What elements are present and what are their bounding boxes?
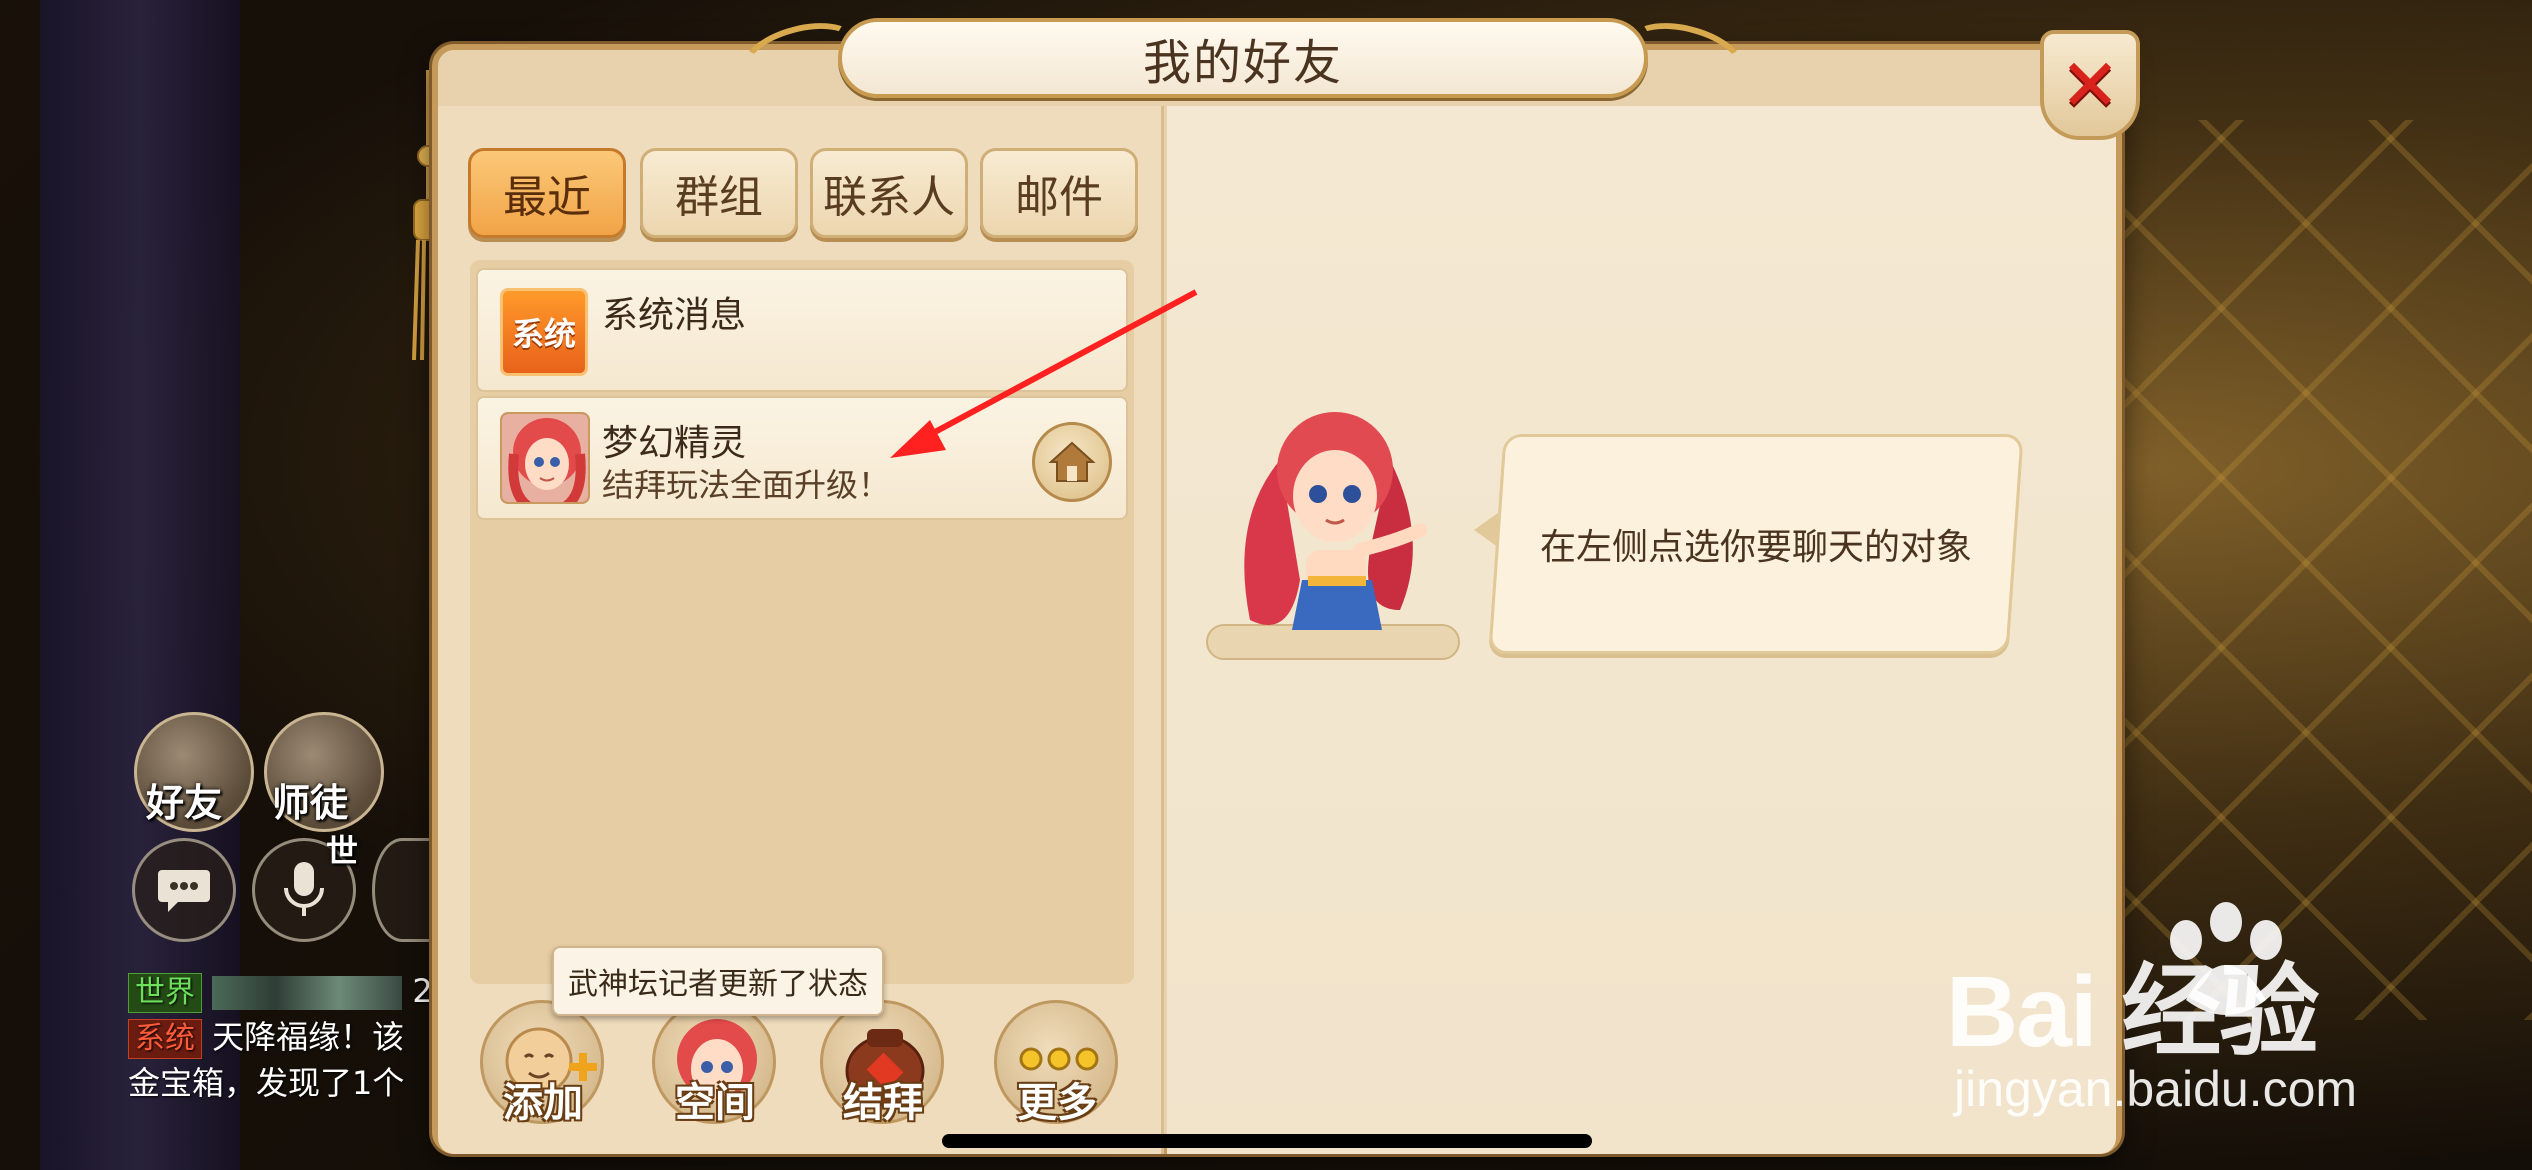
home-indicator[interactable] bbox=[942, 1134, 1592, 1148]
watermark-url: jingyan.baidu.com bbox=[1954, 1061, 2358, 1117]
watermark-main: Bai 经验 bbox=[1946, 956, 2319, 1068]
baidu-watermark: Bai 经验 jingyan.baidu.com bbox=[1946, 880, 2506, 1130]
